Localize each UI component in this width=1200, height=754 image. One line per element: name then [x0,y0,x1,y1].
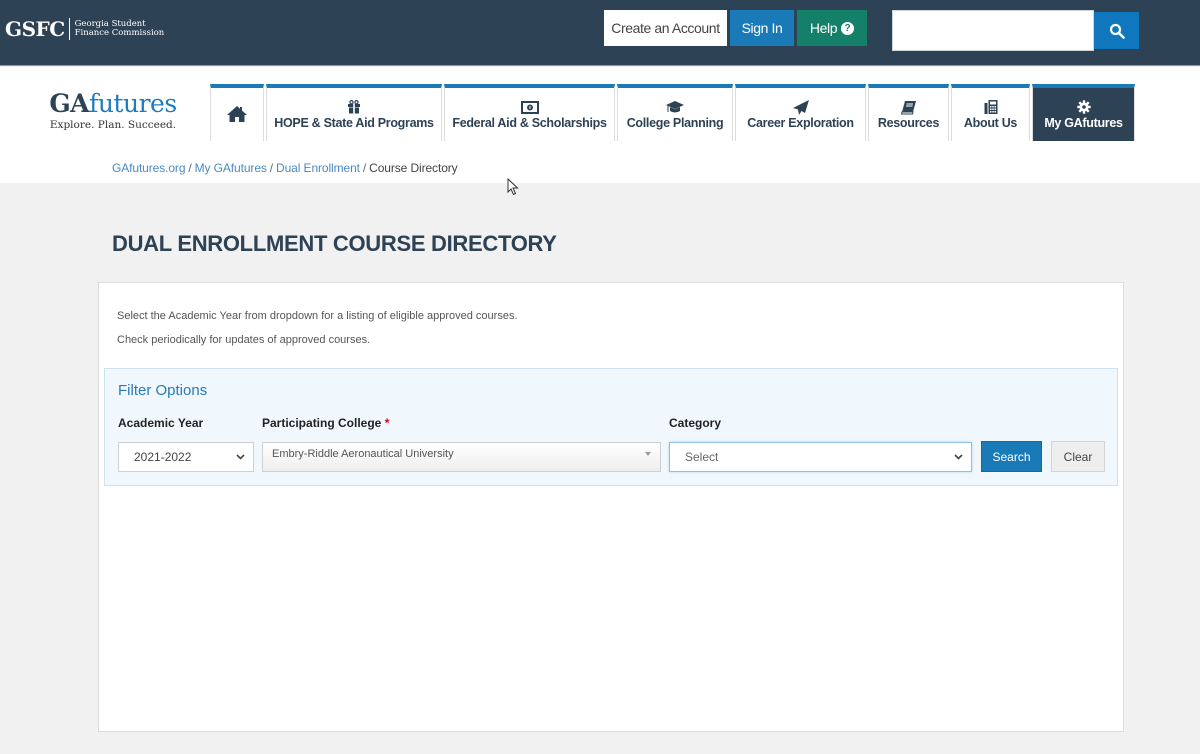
nav-tab-college-planning[interactable]: College Planning [617,84,733,141]
nav-tab-label: My GAfutures [1044,116,1123,130]
fax-icon [984,99,998,115]
gift-icon [347,99,361,115]
gafutures-tagline: Explore. Plan. Succeed. [49,119,177,131]
site-search-button[interactable] [1094,12,1139,49]
intro-text-line1: Select the Academic Year from dropdown f… [117,310,518,322]
gsfc-logo-name: Georgia Student Finance Commission [75,20,165,38]
site-search-input[interactable] [892,10,1094,51]
gear-icon [1076,99,1091,115]
academic-year-label: Academic Year [118,416,204,430]
graduation-cap-icon [665,99,685,115]
home-icon [226,106,248,122]
page-title: DUAL ENROLLMENT COURSE DIRECTORY [112,231,557,256]
participating-college-select[interactable]: Embry-Riddle Aeronautical University [262,442,661,472]
category-select[interactable]: Select [669,442,972,472]
gafutures-logo[interactable]: GAfutures Explore. Plan. Succeed. [30,89,196,132]
academic-year-value: 2021-2022 [134,450,192,464]
nav-tab-about-us[interactable]: About Us [951,84,1030,141]
gsfc-logo[interactable]: GSFC Georgia Student Finance Commission [5,17,164,41]
academic-year-select[interactable]: 2021-2022 [118,442,254,472]
participating-college-label: Participating College * [262,416,390,430]
breadcrumb-separator: / [188,161,192,175]
filter-options-box: Filter Options Academic Year Participati… [104,368,1118,486]
chevron-down-icon [236,454,245,460]
nav-tab-label: Career Exploration [747,116,854,130]
search-icon [1109,23,1125,39]
nav-tab-home[interactable] [210,84,264,141]
top-header-bar: GSFC Georgia Student Finance Commission … [0,0,1200,66]
breadcrumb-link-my-gafutures[interactable]: My GAfutures [195,161,267,175]
gafutures-wordmark: GAfutures [49,89,177,118]
nav-tab-label: College Planning [626,116,724,130]
category-label: Category [669,416,722,430]
money-icon [520,99,539,115]
nav-tab-label: Federal Aid & Scholarships [452,116,607,130]
breadcrumb-link-home[interactable]: GAfutures.org [112,161,186,175]
book-icon [900,99,917,115]
nav-tab-label: HOPE & State Aid Programs [274,116,434,130]
required-asterisk: * [384,416,390,430]
nav-tab-hope-state-aid[interactable]: HOPE & State Aid Programs [266,84,442,141]
chevron-down-icon [954,454,963,460]
category-value: Select [685,450,719,464]
help-button[interactable]: Help ? [797,10,867,46]
nav-tab-resources[interactable]: Resources [868,84,949,141]
logo-name-line2: Finance Commission [74,28,165,38]
nav-tab-label: Resources [877,116,940,130]
gsfc-logo-mark: GSFC [5,17,65,41]
paper-plane-icon [792,99,810,115]
breadcrumb: GAfutures.org / My GAfutures / Dual Enrollme… [112,161,458,175]
mouse-cursor-icon [507,178,519,196]
sign-in-button[interactable]: Sign In [730,10,794,46]
help-label: Help [809,20,838,36]
logo-divider [68,18,70,40]
breadcrumb-link-dual-enrollment[interactable]: Dual Enrollment [276,161,360,175]
nav-tab-my-gafutures[interactable]: My GAfutures [1032,84,1135,141]
intro-text-line2: Check periodically for updates of approv… [117,334,371,346]
caret-down-icon [645,452,651,456]
nav-tab-label: About Us [963,116,1018,130]
breadcrumb-separator: / [269,161,274,175]
clear-button[interactable]: Clear [1051,441,1105,472]
filter-options-title: Filter Options [118,382,208,399]
nav-tab-career-exploration[interactable]: Career Exploration [735,84,866,141]
question-circle-icon: ? [841,21,855,35]
breadcrumb-separator: / [362,161,367,175]
create-account-button[interactable]: Create an Account [604,10,727,46]
participating-college-value: Embry-Riddle Aeronautical University [272,448,454,460]
breadcrumb-current: Course Directory [369,161,458,175]
search-button[interactable]: Search [981,441,1042,472]
nav-tab-federal-aid[interactable]: Federal Aid & Scholarships [444,84,615,141]
course-directory-panel: Select the Academic Year from dropdown f… [98,282,1124,732]
